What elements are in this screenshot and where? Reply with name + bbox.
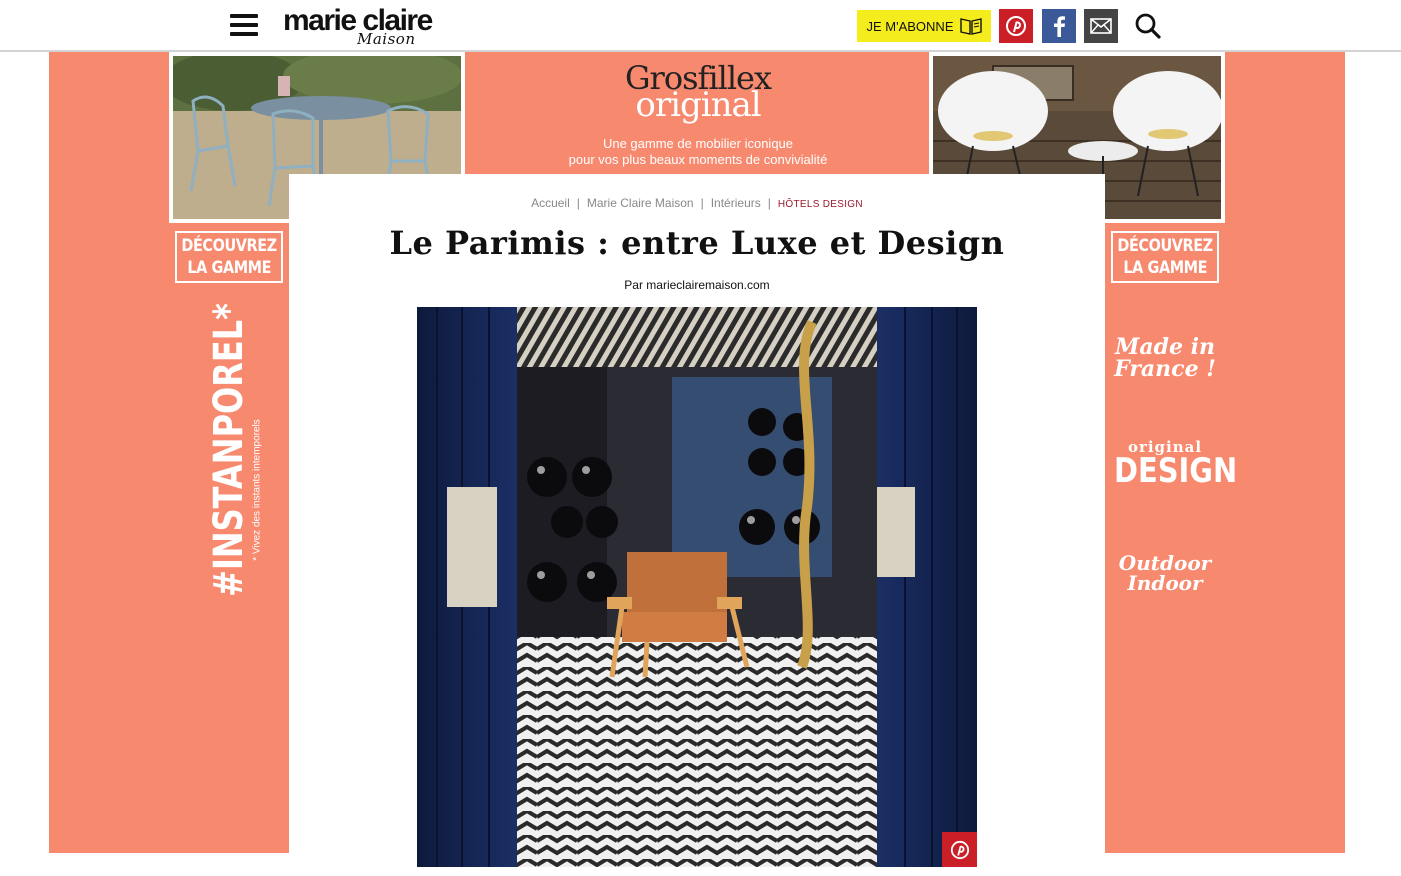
ad-cta-right-line1: DÉCOUVREZ [1117, 236, 1213, 256]
site-logo[interactable]: marie claire Maison [283, 4, 443, 48]
search-button[interactable] [1131, 9, 1165, 43]
ad-tagline: Une gamme de mobilier iconique pour vos … [465, 136, 931, 168]
breadcrumb-interieurs[interactable]: Intérieurs [711, 196, 761, 210]
breadcrumb-separator: | [767, 196, 771, 210]
breadcrumb-separator: | [576, 196, 580, 210]
ad-brand[interactable]: Grosfillex original [465, 62, 931, 122]
breadcrumb-marie-claire-maison[interactable]: Marie Claire Maison [587, 196, 694, 210]
ad-tagline-line1: Une gamme de mobilier iconique [602, 136, 794, 151]
logo-sub: Maison [357, 30, 416, 48]
hero-image[interactable] [417, 307, 977, 867]
ad-claim1-line1: Made in [1115, 334, 1215, 360]
breadcrumb-home[interactable]: Accueil [531, 196, 570, 210]
mail-button[interactable] [1084, 9, 1118, 43]
ad-brand-sub: original [635, 85, 761, 125]
mail-icon [1090, 18, 1112, 34]
ad-claim1-line2: France ! [1114, 356, 1216, 382]
ad-cta-left-line1: DÉCOUVREZ [181, 236, 277, 256]
article-title: Le Parimis : entre Luxe et Design [389, 224, 1005, 262]
ad-cta-right-button[interactable]: DÉCOUVREZ LA GAMME [1111, 231, 1219, 283]
facebook-icon [1054, 16, 1065, 37]
ad-cta-right-line2: LA GAMME [1123, 258, 1207, 278]
pinterest-button[interactable] [999, 9, 1033, 43]
subscribe-button[interactable]: JE M'ABONNE [857, 10, 991, 42]
breadcrumb: Accueil | Marie Claire Maison | Intérieurs | H… [289, 196, 1105, 210]
facebook-button[interactable] [1042, 9, 1076, 43]
book-icon [959, 18, 982, 35]
site-header: marie claire Maison JE M'ABONNE [0, 0, 1401, 52]
menu-icon[interactable] [230, 14, 258, 38]
ad-hashtag-note: * Vivez des instants intemporels [251, 419, 263, 561]
search-icon [1135, 13, 1161, 39]
breadcrumb-separator: | [700, 196, 704, 210]
ad-hashtag-text: #INSTANPOREL* [206, 303, 252, 597]
ad-claim-made-in-france: Made in France ! [1105, 336, 1225, 380]
ad-claim3-line1: Outdoor [1118, 551, 1212, 575]
ad-claim3-line2: Indoor [1127, 571, 1203, 595]
subscribe-label: JE M'ABONNE [866, 18, 954, 34]
ad-tagline-line2: pour vos plus beaux moments de convivial… [568, 152, 828, 167]
ad-claim-outdoor-indoor: Outdoor Indoor [1105, 553, 1225, 593]
article-content: Accueil | Marie Claire Maison | Intérieurs | H… [289, 174, 1105, 876]
article-byline: Par marieclairemaison.com [624, 278, 770, 292]
pinterest-icon [950, 840, 969, 859]
hero-pin-button[interactable] [942, 832, 977, 867]
ad-hashtag: #INSTANPOREL* [206, 266, 252, 633]
pinterest-icon [1006, 16, 1026, 36]
breadcrumb-current: HÔTELS DESIGN [777, 199, 863, 210]
ad-claim2-line2: DESIGN [1114, 451, 1238, 491]
